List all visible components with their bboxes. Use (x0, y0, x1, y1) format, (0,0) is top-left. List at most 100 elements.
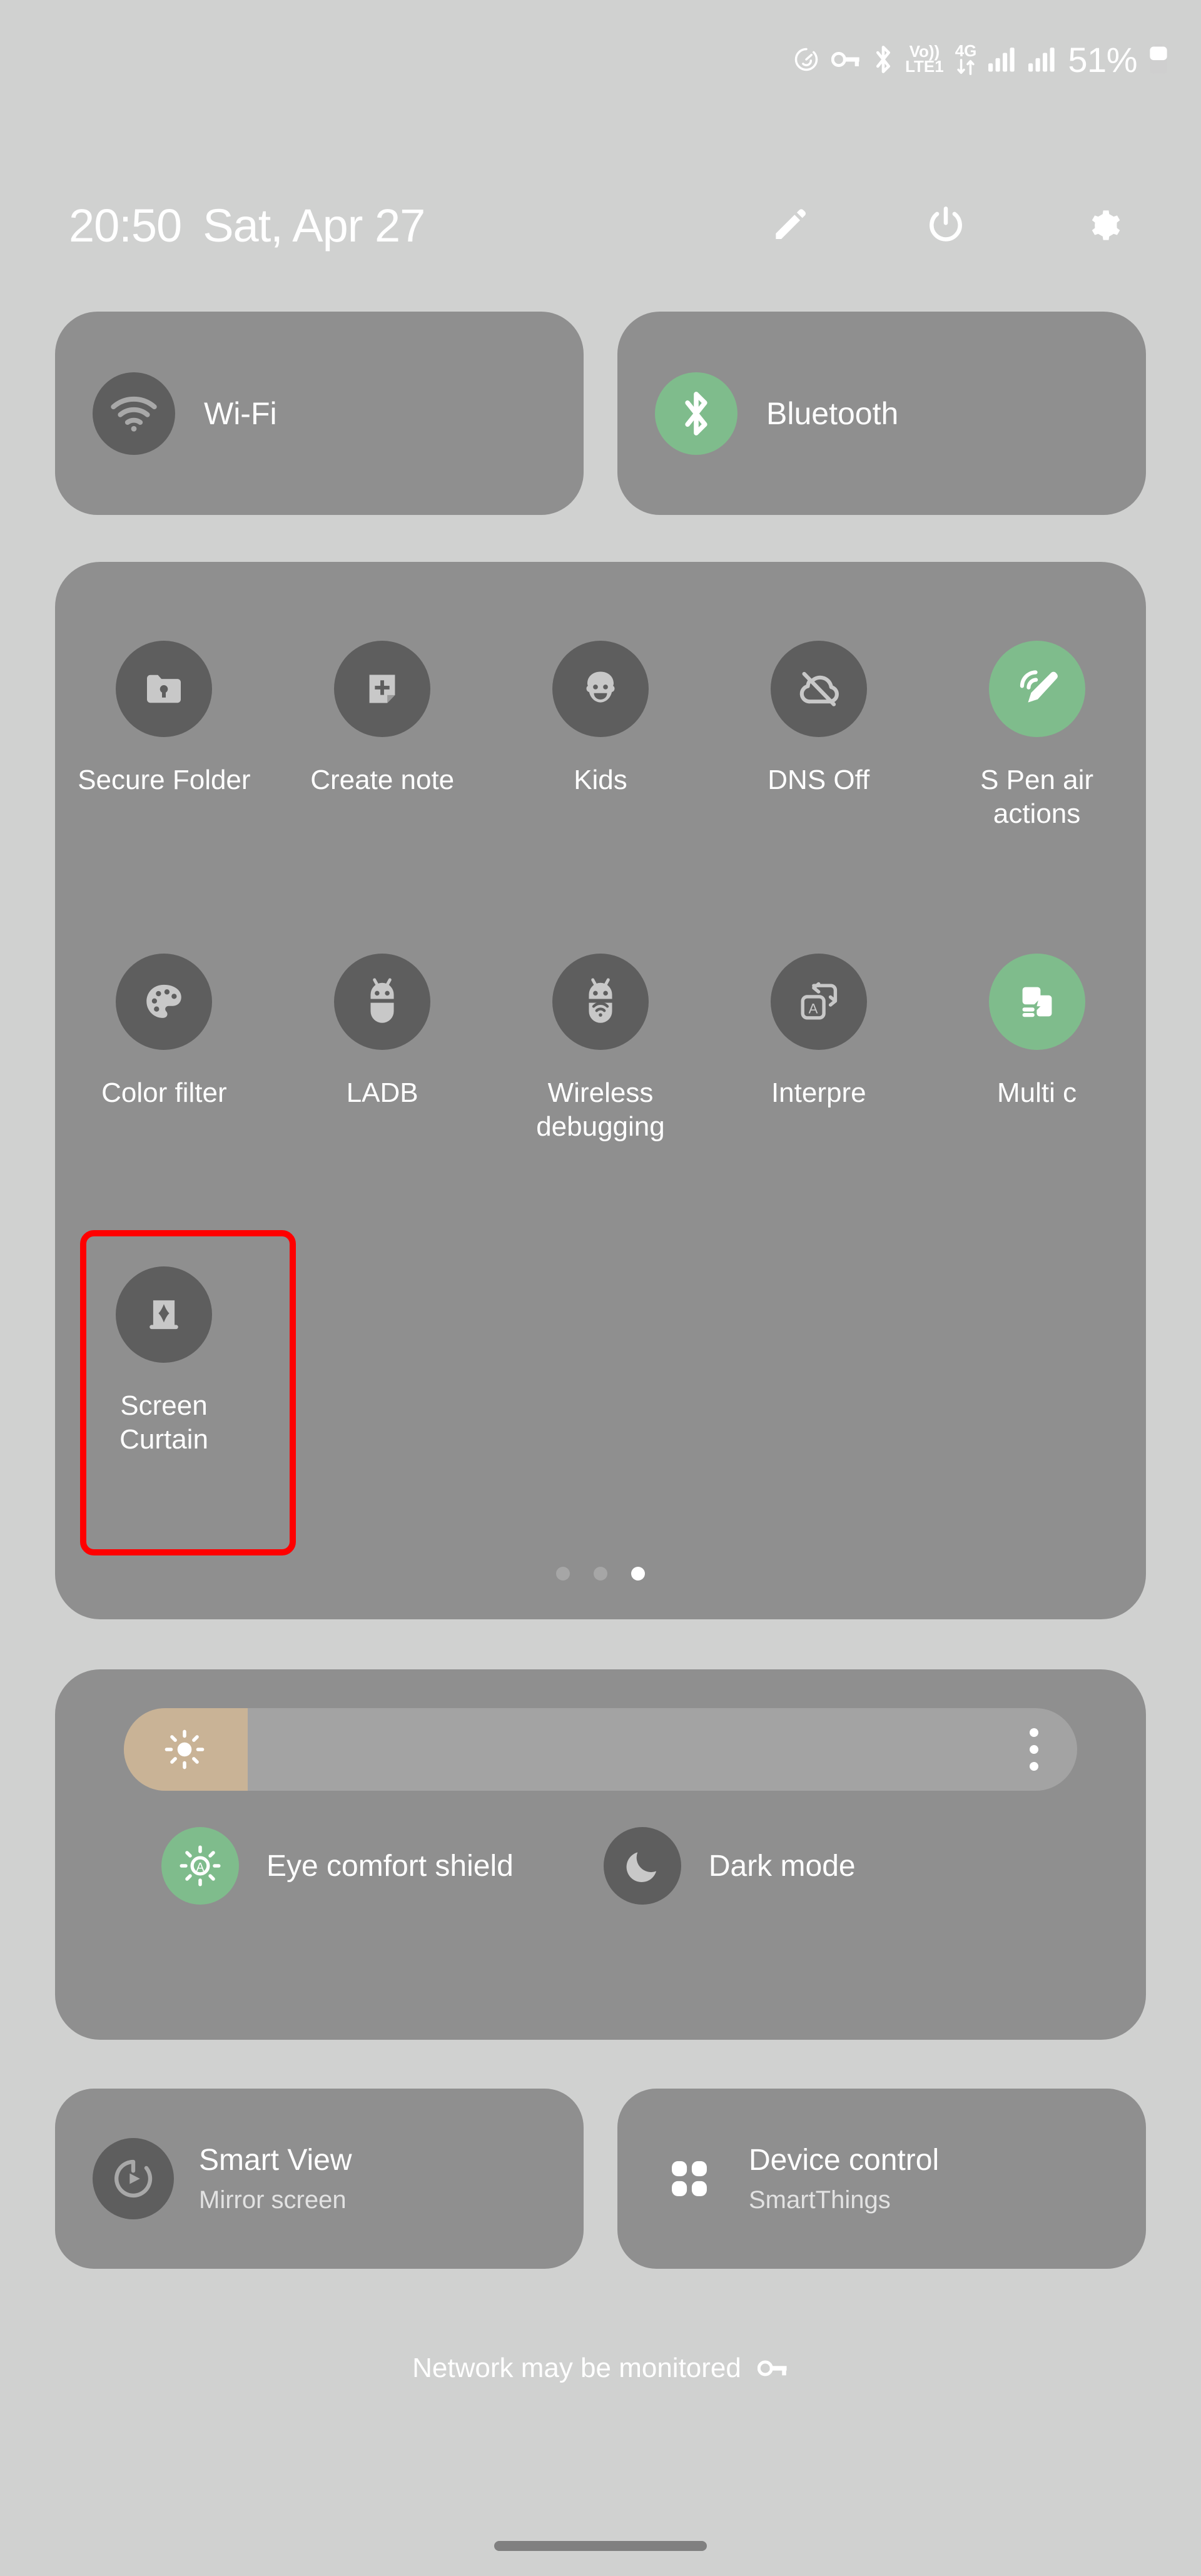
tile-kids[interactable]: Kids (492, 641, 710, 954)
color-palette-icon (141, 979, 187, 1025)
bluetooth-icon (681, 390, 712, 437)
page-dot[interactable] (594, 1567, 607, 1581)
signal-bars-icon (988, 46, 1016, 73)
battery-percentage: 51% (1068, 39, 1137, 79)
footer-text: Network may be monitored (412, 2353, 741, 2383)
vpn-key-icon (831, 46, 861, 73)
tile-dns-off[interactable]: DNS Off (709, 641, 928, 954)
tile-interpreter[interactable]: A Interpre (709, 954, 928, 1266)
more-vertical-icon[interactable] (1030, 1728, 1038, 1771)
smart-view-icon-circle (93, 2138, 174, 2219)
panel-header: 20:50 Sat, Apr 27 (0, 188, 1201, 263)
kids-face-icon-circle (552, 641, 649, 737)
page-dot-active[interactable] (631, 1567, 645, 1581)
status-bar: Vo)) LTE1 4G 51% (0, 0, 1201, 119)
network-type-indicator: 4G (955, 43, 976, 75)
page-indicator-dots (55, 1567, 1146, 1581)
device-control-subtitle: SmartThings (749, 2186, 891, 2214)
tile-label: Create note (310, 765, 455, 795)
screen-curtain-highlight-box (80, 1230, 296, 1555)
brightness-slider[interactable] (124, 1708, 1077, 1791)
power-button[interactable] (921, 200, 971, 250)
tile-create-note[interactable]: Create note (273, 641, 492, 954)
dns-off-cloud-icon (794, 664, 843, 713)
smart-view-icon (109, 2155, 157, 2202)
android-bug-icon (362, 977, 403, 1026)
page-dot[interactable] (556, 1567, 570, 1581)
multi-control-icon (1015, 979, 1060, 1024)
device-control-text: Device control SmartThings (749, 2143, 939, 2214)
signal-bars-icon (1028, 46, 1057, 73)
home-gesture-pill[interactable] (494, 2540, 707, 2551)
edit-button[interactable] (764, 200, 814, 250)
tile-ladb[interactable]: LADB (273, 954, 492, 1266)
smart-view-text: Smart View Mirror screen (199, 2143, 352, 2214)
kids-face-icon (577, 666, 624, 712)
eye-comfort-shield-toggle[interactable]: A Eye comfort shield (161, 1827, 514, 1905)
smart-view-title: Smart View (199, 2144, 352, 2177)
device-control-icon-wrap (655, 2144, 724, 2213)
vpn-key-icon (757, 2357, 789, 2380)
dark-mode-toggle[interactable]: Dark mode (603, 1827, 856, 1905)
tile-label: Secure Folder (78, 765, 251, 795)
quick-settings-panel: Vo)) LTE1 4G 51% 20:50 Sat, Apr 27 Wi-Fi… (0, 0, 1201, 2576)
svg-text:A: A (196, 1861, 205, 1874)
tile-label: Color filter (101, 1077, 227, 1108)
tile-multi-control[interactable]: Multi c (928, 954, 1146, 1266)
tile-color-filter[interactable]: Color filter (55, 954, 273, 1266)
interpreter-translate-icon: A (796, 979, 841, 1024)
tile-label: Interpre (771, 1077, 866, 1108)
bluetooth-icon-circle (655, 372, 737, 455)
wireless-debug-icon-circle (552, 954, 649, 1050)
dashboard-speed-icon (793, 46, 820, 73)
gear-icon (1082, 205, 1123, 246)
dns-off-cloud-icon-circle (770, 641, 867, 737)
tile-secure-folder[interactable]: Secure Folder (55, 641, 273, 954)
multi-control-icon-circle (988, 954, 1085, 1050)
quick-tiles-row-2: Color filter LADB Wireless debugging A I… (55, 954, 1146, 1266)
brightness-sun-icon (163, 1728, 206, 1771)
tile-label: Multi c (997, 1077, 1077, 1108)
color-palette-icon-circle (116, 954, 213, 1050)
device-control-title: Device control (749, 2144, 940, 2177)
eye-comfort-auto-icon-circle: A (161, 1827, 239, 1905)
bottom-action-cards: Smart View Mirror screen Device control … (55, 2089, 1146, 2269)
interpreter-translate-icon-circle: A (770, 954, 867, 1050)
wifi-label: Wi-Fi (204, 395, 277, 431)
clock-date: Sat, Apr 27 (203, 199, 425, 252)
tile-label: DNS Off (768, 765, 870, 795)
power-icon (925, 204, 967, 247)
create-note-icon-circle (334, 641, 431, 737)
settings-button[interactable] (1077, 200, 1127, 250)
eye-comfort-auto-icon: A (178, 1844, 222, 1888)
device-control-grid-icon (665, 2154, 714, 2203)
dark-mode-label: Dark mode (708, 1849, 856, 1883)
quick-tiles-row-1: Secure Folder Create note Kids DNS Off S… (55, 641, 1146, 954)
bluetooth-tile[interactable]: Bluetooth (617, 312, 1146, 515)
wireless-debug-icon (580, 977, 621, 1026)
secure-folder-icon-circle (116, 641, 213, 737)
tile-spen-air-actions[interactable]: S Pen air actions (928, 641, 1146, 954)
smart-view-subtitle: Mirror screen (199, 2186, 347, 2214)
volte-indicator: Vo)) LTE1 (905, 42, 944, 76)
create-note-icon (360, 667, 404, 711)
android-bug-icon-circle (334, 954, 431, 1050)
svg-text:A: A (808, 1000, 818, 1016)
clock-time: 20:50 (69, 199, 182, 252)
moon-icon (622, 1846, 662, 1886)
spen-air-actions-icon-circle (988, 641, 1085, 737)
data-arrows-icon (956, 59, 975, 75)
connectivity-tiles: Wi-Fi Bluetooth (55, 312, 1146, 515)
secure-folder-icon (141, 666, 186, 711)
moon-icon-circle (603, 1827, 681, 1905)
smart-view-card[interactable]: Smart View Mirror screen (55, 2089, 584, 2269)
tile-label: S Pen air actions (980, 765, 1094, 829)
clock-and-date: 20:50 Sat, Apr 27 (69, 199, 425, 252)
wifi-tile[interactable]: Wi-Fi (55, 312, 584, 515)
display-toggles: A Eye comfort shield Dark mode (55, 1827, 1146, 1905)
device-control-card[interactable]: Device control SmartThings (617, 2089, 1146, 2269)
wifi-icon (110, 394, 158, 433)
edit-pencil-icon (770, 206, 809, 245)
network-monitored-footer[interactable]: Network may be monitored (0, 2353, 1201, 2384)
tile-wireless-debugging[interactable]: Wireless debugging (492, 954, 710, 1266)
